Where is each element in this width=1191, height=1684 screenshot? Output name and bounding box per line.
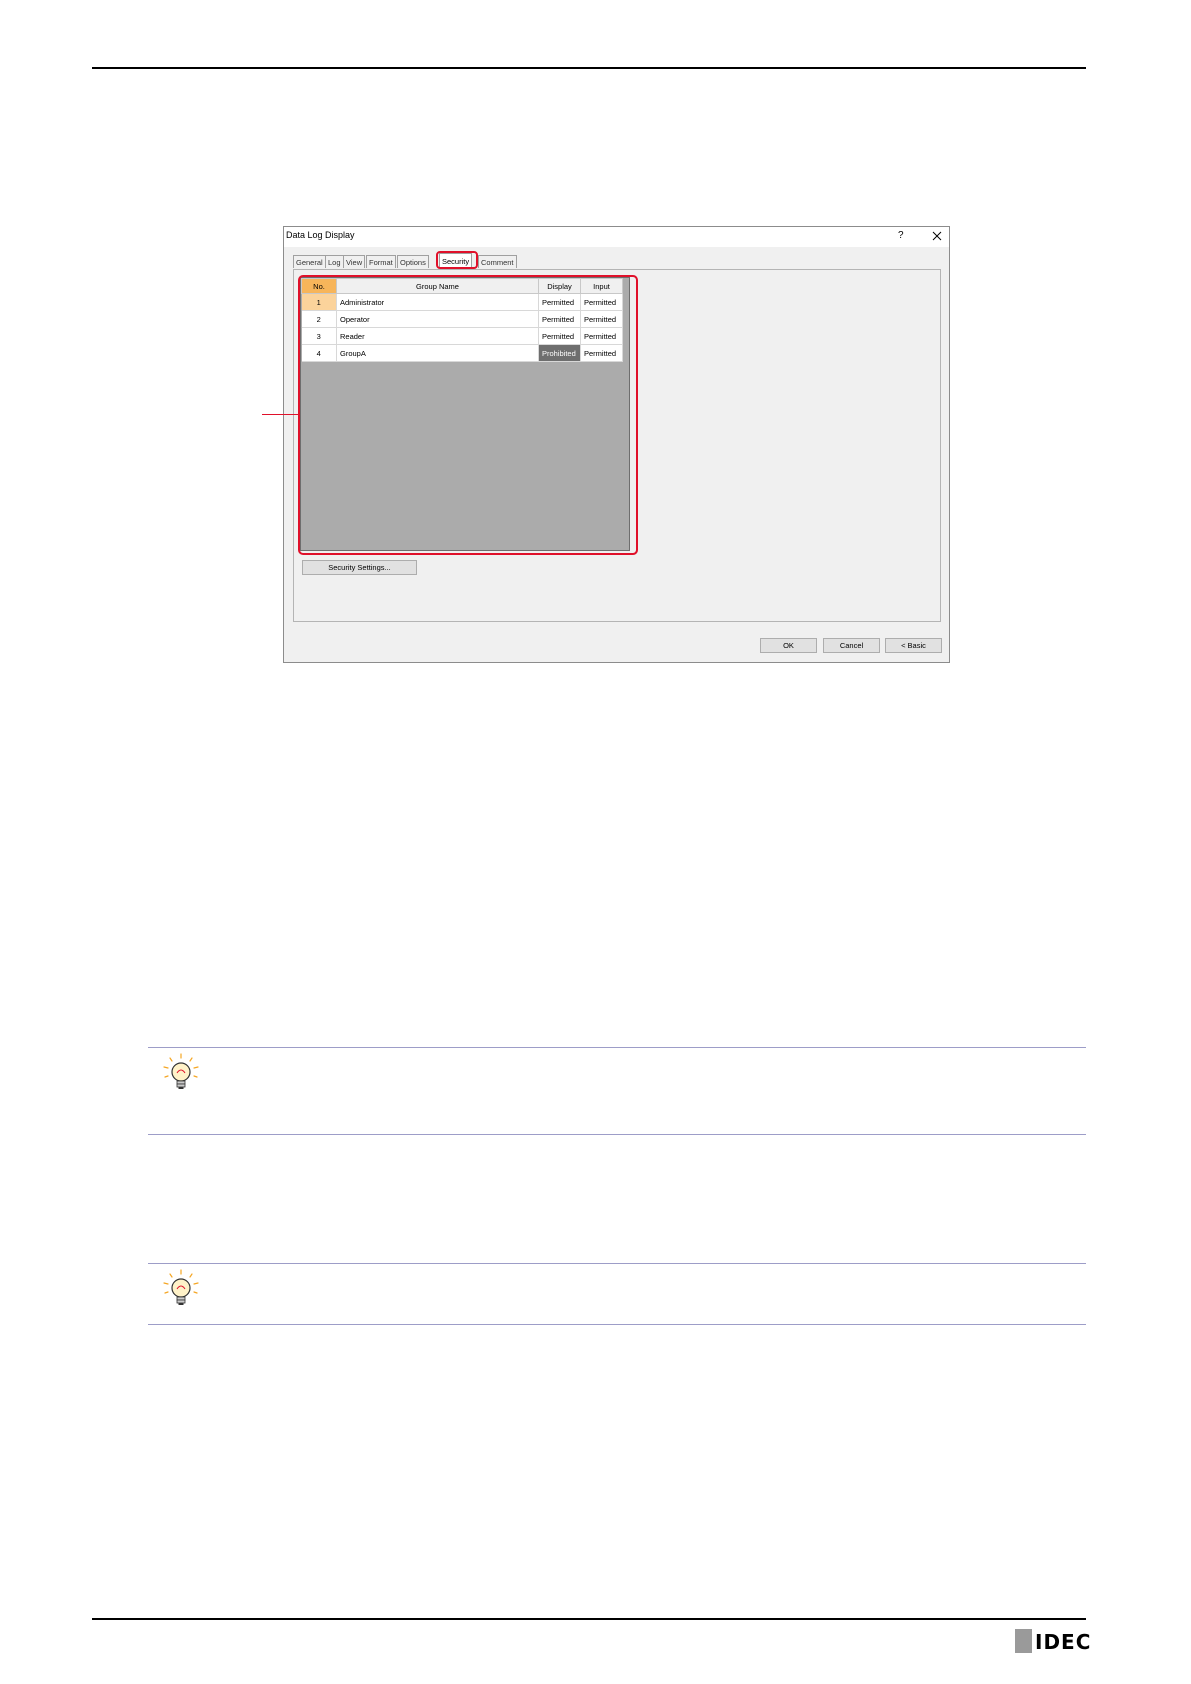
- ok-button[interactable]: OK: [760, 638, 817, 653]
- dialog-title: Data Log Display: [286, 230, 355, 240]
- lightbulb-icon: [163, 1269, 199, 1305]
- lightbulb-icon: [163, 1053, 199, 1089]
- callout-line: [262, 414, 299, 415]
- tab-comment[interactable]: Comment: [478, 255, 517, 268]
- help-button[interactable]: ?: [898, 230, 904, 241]
- tab-format[interactable]: Format: [366, 255, 396, 268]
- dialog-titlebar: Data Log Display ?: [284, 227, 949, 247]
- close-icon[interactable]: [929, 228, 945, 244]
- hint-rule-bottom: [148, 1134, 1086, 1135]
- tab-highlight: [436, 251, 478, 269]
- hint-rule-top: [148, 1047, 1086, 1048]
- basic-button[interactable]: < Basic: [885, 638, 942, 653]
- logo-mark: [1015, 1629, 1032, 1653]
- idec-logo: IDEC: [1015, 1629, 1090, 1654]
- tab-log[interactable]: Log: [325, 255, 344, 268]
- tab-options[interactable]: Options: [397, 255, 429, 268]
- logo-text: IDEC: [1035, 1630, 1092, 1654]
- footer-rule: [92, 1618, 1086, 1620]
- cancel-button[interactable]: Cancel: [823, 638, 880, 653]
- data-log-display-dialog: Data Log Display ? General Log View Form…: [283, 226, 950, 663]
- hint-rule-top: [148, 1263, 1086, 1264]
- security-settings-button[interactable]: Security Settings...: [302, 560, 417, 575]
- hint-rule-bottom: [148, 1324, 1086, 1325]
- table-highlight: [298, 275, 638, 555]
- tab-general[interactable]: General: [293, 255, 326, 268]
- header-rule: [92, 67, 1086, 69]
- tab-view[interactable]: View: [343, 255, 366, 268]
